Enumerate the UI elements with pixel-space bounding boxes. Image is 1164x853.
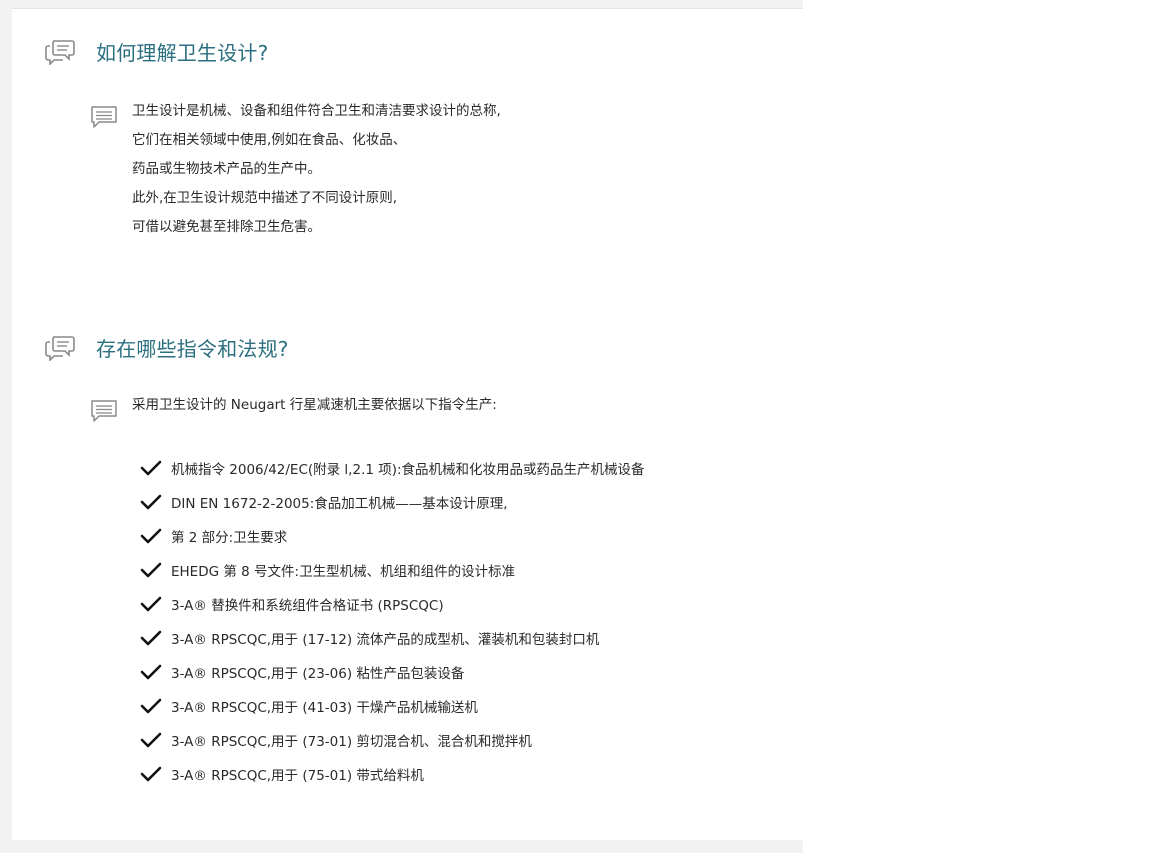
paragraph-text: 卫生设计是机械、设备和组件符合卫生和清洁要求设计的总称, 它们在相关领域中使用,… [132, 97, 501, 242]
paragraph-block: 卫生设计是机械、设备和组件符合卫生和清洁要求设计的总称, 它们在相关领域中使用,… [90, 103, 501, 242]
checklist-item: 3-A® RPSCQC,用于 (75-01) 带式给料机 [140, 757, 645, 791]
section-directives: 存在哪些指令和法规? 采用卫生设计的 Neugart 行星减速机主要依据以下指令… [12, 305, 803, 840]
checklist-item-label: 机械指令 2006/42/EC(附录 l,2.1 项):食品机械和化妆用品或药品… [171, 462, 645, 478]
paragraph-line: 药品或生物技术产品的生产中。 [132, 161, 321, 177]
section-title: 如何理解卫生设计? [96, 41, 269, 65]
intro-line: 采用卫生设计的 Neugart 行星减速机主要依据以下指令生产: [132, 397, 497, 413]
paragraph-line: 可借以避免甚至排除卫生危害。 [132, 219, 321, 235]
checkmark-icon [140, 766, 162, 782]
checkmark-icon [140, 630, 162, 646]
checkmark-icon [140, 596, 162, 612]
section-title-row: 如何理解卫生设计? [45, 37, 268, 66]
checklist-item-label: 3-A® RPSCQC,用于 (41-03) 干燥产品机械输送机 [171, 700, 478, 716]
checklist-item-label: 3-A® RPSCQC,用于 (17-12) 流体产品的成型机、灌装机和包装封口… [171, 632, 600, 648]
checklist-item: 3-A® RPSCQC,用于 (17-12) 流体产品的成型机、灌装机和包装封口… [140, 621, 645, 655]
checklist-item: 第 2 部分:卫生要求 [140, 519, 645, 553]
checklist-item: 3-A® RPSCQC,用于 (23-06) 粘性产品包装设备 [140, 655, 645, 689]
section-title: 存在哪些指令和法规? [96, 337, 289, 361]
checklist-item: EHEDG 第 8 号文件:卫生型机械、机组和组件的设计标准 [140, 553, 645, 587]
checklist-item-label: 3-A® 替换件和系统组件合格证书 (RPSCQC) [171, 598, 444, 614]
paragraph-line: 此外,在卫生设计规范中描述了不同设计原则, [132, 190, 398, 206]
intro-block: 采用卫生设计的 Neugart 行星减速机主要依据以下指令生产: [90, 397, 497, 423]
section-hygienic-design: 如何理解卫生设计? 卫生设计是机械、设备和组件符合卫生和清洁要求设计的总称, 它… [12, 8, 803, 306]
intro-text: 采用卫生设计的 Neugart 行星减速机主要依据以下指令生产: [132, 391, 497, 423]
checklist-item-label: EHEDG 第 8 号文件:卫生型机械、机组和组件的设计标准 [171, 564, 516, 580]
checkmark-icon [140, 732, 162, 748]
section-title-row: 存在哪些指令和法规? [45, 333, 289, 362]
checklist-item: 3-A® 替换件和系统组件合格证书 (RPSCQC) [140, 587, 645, 621]
checkmark-icon [140, 698, 162, 714]
paragraph-line: 它们在相关领域中使用,例如在食品、化妆品、 [132, 132, 407, 148]
checkmark-icon [140, 562, 162, 578]
checkmark-icon [140, 494, 162, 510]
checklist-item-label: 3-A® RPSCQC,用于 (73-01) 剪切混合机、混合机和搅拌机 [171, 734, 532, 750]
page: 如何理解卫生设计? 卫生设计是机械、设备和组件符合卫生和清洁要求设计的总称, 它… [0, 0, 1164, 853]
checklist-item-label: DIN EN 1672-2-2005:食品加工机械——基本设计原理, [171, 496, 508, 512]
right-blank-panel [803, 0, 1164, 853]
comment-lines-icon [91, 106, 117, 128]
checklist-item-label: 第 2 部分:卫生要求 [171, 530, 288, 546]
speech-bubbles-icon [45, 335, 75, 361]
checklist-item: DIN EN 1672-2-2005:食品加工机械——基本设计原理, [140, 485, 645, 519]
speech-bubbles-icon [45, 39, 75, 65]
checklist-item-label: 3-A® RPSCQC,用于 (23-06) 粘性产品包装设备 [171, 666, 465, 682]
checkmark-icon [140, 460, 162, 476]
paragraph-line: 卫生设计是机械、设备和组件符合卫生和清洁要求设计的总称, [132, 103, 501, 119]
checklist-item: 3-A® RPSCQC,用于 (41-03) 干燥产品机械输送机 [140, 689, 645, 723]
checklist-item: 3-A® RPSCQC,用于 (73-01) 剪切混合机、混合机和搅拌机 [140, 723, 645, 757]
checkmark-icon [140, 528, 162, 544]
checklist-item-label: 3-A® RPSCQC,用于 (75-01) 带式给料机 [171, 768, 424, 784]
directives-checklist: 机械指令 2006/42/EC(附录 l,2.1 项):食品机械和化妆用品或药品… [140, 451, 645, 791]
comment-lines-icon [91, 400, 117, 422]
checkmark-icon [140, 664, 162, 680]
checklist-item: 机械指令 2006/42/EC(附录 l,2.1 项):食品机械和化妆用品或药品… [140, 451, 645, 485]
